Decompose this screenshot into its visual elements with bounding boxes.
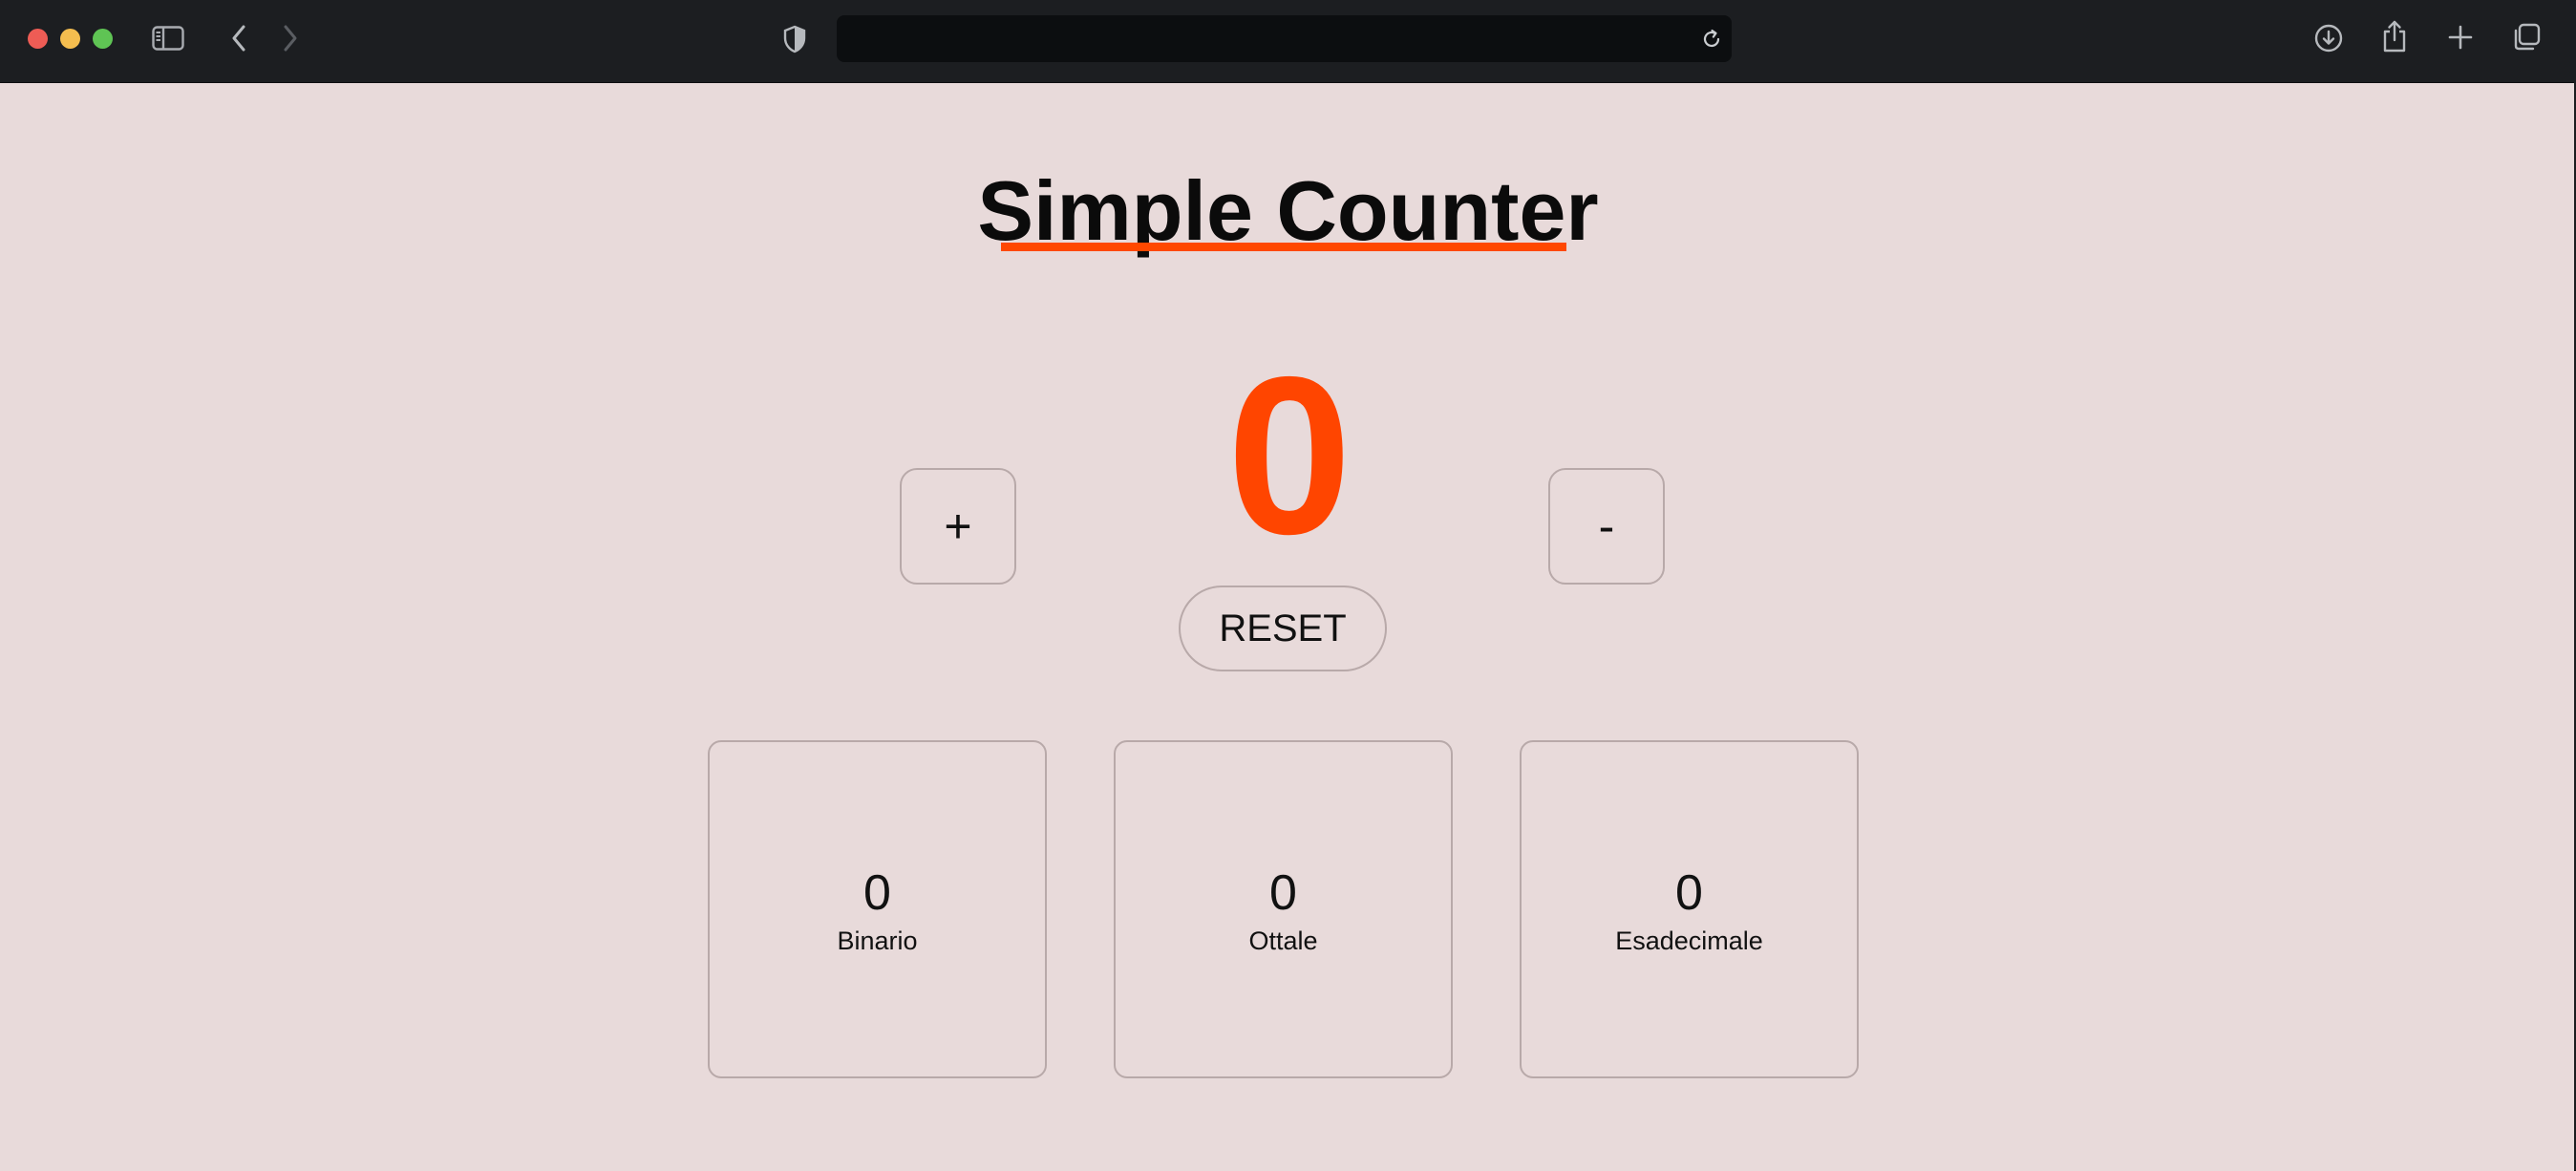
binary-value: 0 bbox=[863, 865, 891, 921]
octal-label: Ottale bbox=[1248, 926, 1318, 955]
reset-label: RESET bbox=[1219, 607, 1347, 649]
sidebar-icon[interactable] bbox=[151, 23, 185, 53]
counter-value: 0 bbox=[1226, 330, 1352, 581]
increment-label: + bbox=[944, 500, 972, 553]
binary-card: 0 Binario bbox=[708, 740, 1047, 1078]
address-bar[interactable] bbox=[837, 15, 1732, 62]
octal-card: 0 Ottale bbox=[1114, 740, 1453, 1078]
reload-icon[interactable] bbox=[1699, 27, 1724, 52]
decrement-button[interactable]: - bbox=[1548, 468, 1665, 585]
decrement-label: - bbox=[1598, 500, 1615, 553]
shield-icon[interactable] bbox=[780, 23, 809, 55]
share-icon[interactable] bbox=[2379, 18, 2410, 54]
browser-window: Simple Counter + 0 - RESET 0 Binario 0 O… bbox=[0, 0, 2576, 1171]
minimize-window-button[interactable] bbox=[60, 29, 80, 49]
chevron-right-icon[interactable] bbox=[277, 21, 304, 55]
close-window-button[interactable] bbox=[28, 29, 48, 49]
hexadecimal-card: 0 Esadecimale bbox=[1520, 740, 1859, 1078]
increment-button[interactable]: + bbox=[900, 468, 1016, 585]
browser-toolbar bbox=[0, 0, 2576, 83]
reset-button[interactable]: RESET bbox=[1179, 586, 1387, 671]
hexadecimal-label: Esadecimale bbox=[1615, 926, 1763, 955]
tab-overview-icon[interactable] bbox=[2510, 21, 2543, 53]
octal-value: 0 bbox=[1269, 865, 1297, 921]
hexadecimal-value: 0 bbox=[1675, 865, 1703, 921]
binary-label: Binario bbox=[837, 926, 918, 955]
zoom-window-button[interactable] bbox=[93, 29, 113, 49]
chevron-left-icon[interactable] bbox=[225, 21, 252, 55]
title-underline bbox=[1001, 243, 1566, 251]
plus-icon[interactable] bbox=[2446, 23, 2475, 52]
download-icon[interactable] bbox=[2312, 22, 2345, 54]
